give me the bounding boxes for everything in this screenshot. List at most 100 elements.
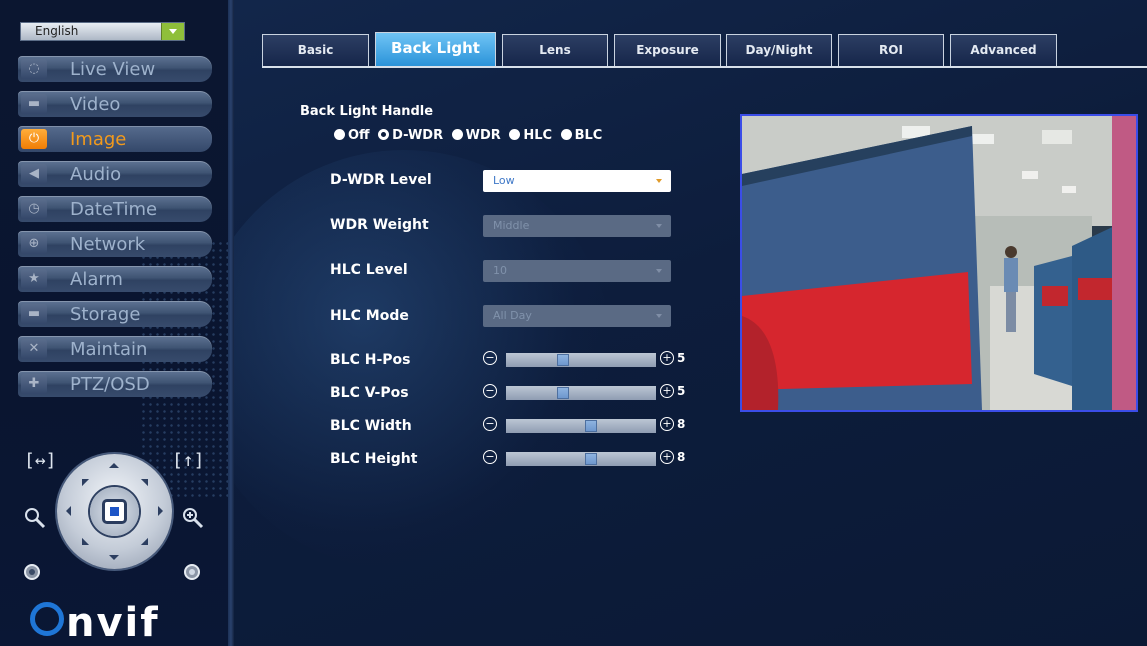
sidebar-item-video[interactable]: ▬ Video xyxy=(18,91,212,117)
radio-label-d-wdr: D-WDR xyxy=(392,128,444,143)
zoom-in-icon[interactable] xyxy=(180,505,206,531)
increase-button[interactable]: + xyxy=(660,450,674,464)
sidebar-item-label: Live View xyxy=(70,59,156,80)
iris-open-icon[interactable] xyxy=(182,562,202,582)
radio-label-wdr: WDR xyxy=(465,128,501,143)
blc-width-label: BLC Width xyxy=(330,418,412,434)
sidebar-item-label: Network xyxy=(70,234,146,255)
language-select[interactable]: English xyxy=(20,22,185,41)
hlc-level-value: 10 xyxy=(493,264,507,277)
storage-drive-icon: ▬ xyxy=(21,304,47,324)
chevron-down-icon xyxy=(656,269,662,273)
tab-lens[interactable]: Lens xyxy=(502,34,608,66)
pan-down-right-arrow-icon[interactable] xyxy=(140,537,156,553)
slider-thumb[interactable] xyxy=(585,453,597,465)
wdr-weight-select[interactable]: Middle xyxy=(483,215,671,237)
blc-h-pos-value: 5 xyxy=(677,351,686,365)
hlc-mode-value: All Day xyxy=(493,309,532,322)
iris-close-icon[interactable] xyxy=(22,562,42,582)
increase-button[interactable]: + xyxy=(660,417,674,431)
camera-preview-image xyxy=(742,116,1136,410)
tools-icon: ✕ xyxy=(21,339,47,359)
decrease-button[interactable]: − xyxy=(483,351,497,365)
decrease-button[interactable]: − xyxy=(483,417,497,431)
decrease-button[interactable]: − xyxy=(483,384,497,398)
slider-track[interactable] xyxy=(506,386,656,400)
radio-label-off: Off xyxy=(348,128,370,143)
sidebar-item-label: Audio xyxy=(70,164,122,185)
blc-v-pos-value: 5 xyxy=(677,384,686,398)
pan-right-arrow-icon[interactable] xyxy=(158,506,168,516)
sidebar-item-alarm[interactable]: ★ Alarm xyxy=(18,266,212,292)
sidebar-item-label: DateTime xyxy=(70,199,158,220)
pan-up-arrow-icon[interactable] xyxy=(109,458,119,468)
pan-left-arrow-icon[interactable] xyxy=(61,506,71,516)
radio-label-blc: BLC xyxy=(574,128,603,143)
sidebar-item-label: Image xyxy=(70,129,127,150)
pan-down-arrow-icon[interactable] xyxy=(109,555,119,565)
tab-back-light[interactable]: Back Light xyxy=(375,32,496,66)
sidebar-item-image[interactable]: ⏻ Image xyxy=(18,126,212,152)
blc-v-pos-label: BLC V-Pos xyxy=(330,385,409,401)
radio-wdr[interactable] xyxy=(451,129,463,140)
sidebar-item-ptz-osd[interactable]: ✚ PTZ/OSD xyxy=(18,371,212,397)
increase-button[interactable]: + xyxy=(660,384,674,398)
ptz-icon: ✚ xyxy=(21,374,47,394)
tab-exposure[interactable]: Exposure xyxy=(614,34,721,66)
sidebar-item-maintain[interactable]: ✕ Maintain xyxy=(18,336,212,362)
alarm-star-icon: ★ xyxy=(21,269,47,289)
sidebar-item-label: Alarm xyxy=(70,269,123,290)
fit-horizontal-icon[interactable]: [↔] xyxy=(24,450,57,471)
chevron-down-icon xyxy=(656,314,662,318)
slider-thumb[interactable] xyxy=(585,420,597,432)
ptz-joystick[interactable] xyxy=(57,454,172,569)
slider-thumb[interactable] xyxy=(557,387,569,399)
sidebar-item-live-view[interactable]: ◌ Live View xyxy=(18,56,212,82)
radio-off[interactable] xyxy=(334,129,345,140)
pan-up-left-arrow-icon[interactable] xyxy=(74,471,90,487)
radio-hlc[interactable] xyxy=(509,129,521,140)
chevron-down-icon xyxy=(656,179,662,183)
chevron-down-icon xyxy=(656,224,662,228)
hlc-level-select[interactable]: 10 xyxy=(483,260,671,282)
radio-blc[interactable] xyxy=(560,129,572,140)
hlc-mode-label: HLC Mode xyxy=(330,308,409,324)
tab-basic[interactable]: Basic xyxy=(262,34,369,66)
speaker-icon: ◀ xyxy=(21,164,47,184)
focus-up-icon[interactable]: [↑] xyxy=(172,450,205,471)
tab-advanced[interactable]: Advanced xyxy=(950,34,1057,66)
sidebar-item-storage[interactable]: ▬ Storage xyxy=(18,301,212,327)
pan-down-left-arrow-icon[interactable] xyxy=(74,537,90,553)
back-light-mode-radio-group: Off D-WDR WDR HLC BLC xyxy=(334,128,606,143)
onvif-logo: nvif xyxy=(66,600,160,646)
d-wdr-level-value: Low xyxy=(493,174,515,187)
hlc-level-label: HLC Level xyxy=(330,262,408,278)
sidebar-item-network[interactable]: ⊕ Network xyxy=(18,231,212,257)
decrease-button[interactable]: − xyxy=(483,450,497,464)
tab-day-night[interactable]: Day/Night xyxy=(726,34,832,66)
increase-button[interactable]: + xyxy=(660,351,674,365)
dropdown-arrow-icon[interactable] xyxy=(161,23,184,40)
tab-roi[interactable]: ROI xyxy=(838,34,944,66)
radio-label-hlc: HLC xyxy=(523,128,553,143)
sidebar-item-label: Video xyxy=(70,94,121,115)
camera-preview[interactable] xyxy=(740,114,1138,412)
slider-thumb[interactable] xyxy=(557,354,569,366)
slider-track[interactable] xyxy=(506,452,656,466)
hlc-mode-select[interactable]: All Day xyxy=(483,305,671,327)
ptz-inner-ring xyxy=(90,487,139,536)
sidebar-item-datetime[interactable]: ◷ DateTime xyxy=(18,196,212,222)
zoom-out-icon[interactable] xyxy=(22,505,48,531)
sidebar-item-audio[interactable]: ◀ Audio xyxy=(18,161,212,187)
camcorder-icon: ▬ xyxy=(21,94,47,114)
slider-track[interactable] xyxy=(506,353,656,367)
d-wdr-level-select[interactable]: Low xyxy=(483,170,671,192)
ptz-home-button[interactable] xyxy=(102,499,127,524)
blc-width-value: 8 xyxy=(677,417,686,431)
sidebar-item-label: Maintain xyxy=(70,339,148,360)
network-icon: ⊕ xyxy=(21,234,47,254)
pan-up-right-arrow-icon[interactable] xyxy=(140,471,156,487)
slider-track[interactable] xyxy=(506,419,656,433)
radio-d-wdr[interactable] xyxy=(378,129,390,140)
d-wdr-level-label: D-WDR Level xyxy=(330,172,432,188)
